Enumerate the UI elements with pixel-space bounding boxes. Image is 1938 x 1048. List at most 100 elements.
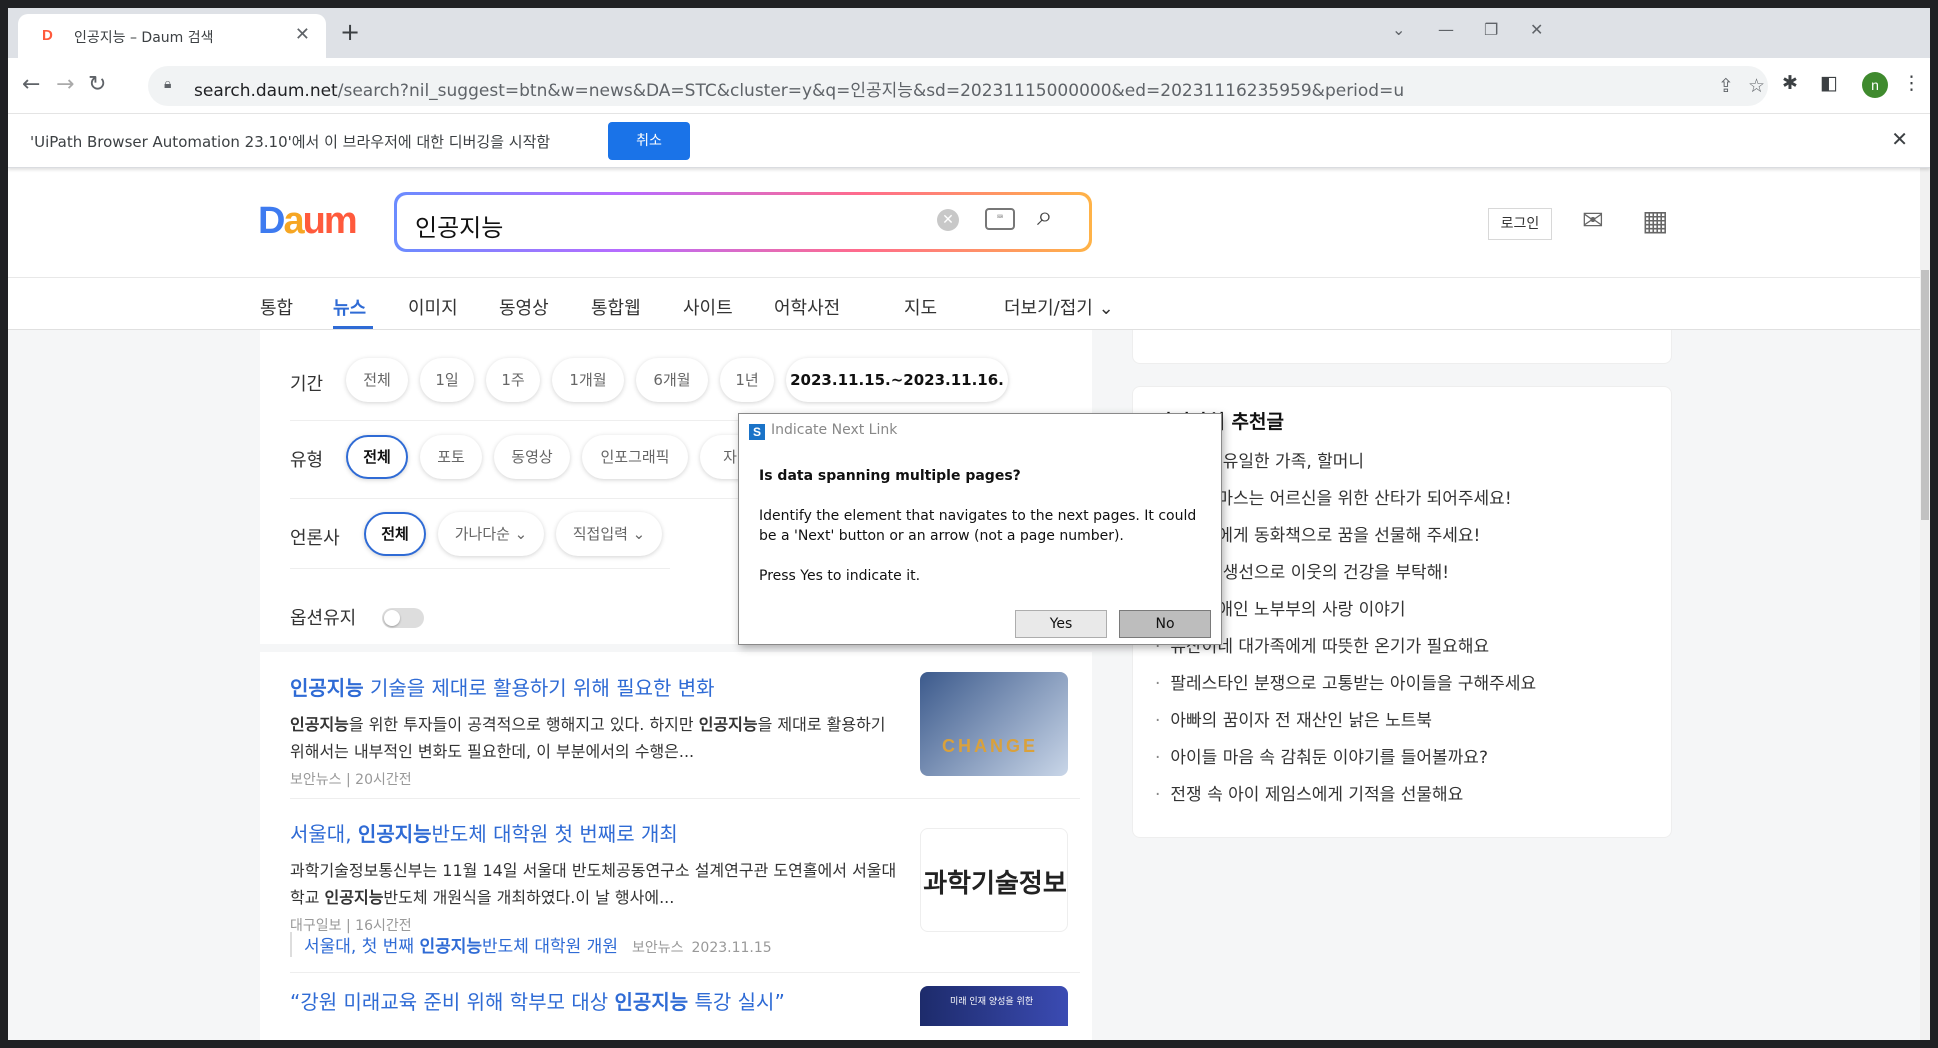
press-label: 언론사: [290, 528, 340, 549]
title-text: 기술을 제대로 활용하기 위해 필요한 변화: [363, 676, 715, 700]
tab-title: 인공지능 – Daum 검색: [74, 30, 214, 46]
period-6months[interactable]: 6개월: [636, 358, 708, 402]
snippet-text: 을 위한 투자들이 공격적으로 행해지고 있다. 하지만: [348, 715, 699, 734]
forward-icon[interactable]: →: [56, 72, 74, 97]
taskbar: [0, 1040, 1938, 1048]
type-video[interactable]: 동영상: [494, 435, 570, 479]
recommend-item[interactable]: 팔레스타인 분쟁으로 고통받는 아이들을 구해주세요: [1155, 669, 1536, 706]
thumbnail-text: 과학기술정보: [923, 869, 1067, 899]
period-1month[interactable]: 1개월: [552, 358, 624, 402]
profile-avatar[interactable]: n: [1862, 72, 1888, 98]
apps-grid-icon[interactable]: ▦: [1642, 204, 1668, 237]
recommend-item[interactable]: 아빠의 꿈이자 전 재산인 낡은 노트북: [1155, 706, 1536, 743]
divider: [290, 798, 1080, 799]
scrollbar-thumb[interactable]: [1921, 270, 1929, 520]
url-host: search.daum.net: [194, 81, 338, 101]
daum-favicon-icon: D: [42, 27, 53, 44]
tab-search-icon[interactable]: ⌄: [1392, 20, 1405, 39]
new-tab-button[interactable]: +: [340, 18, 360, 46]
restore-icon[interactable]: ❐: [1484, 20, 1498, 39]
back-icon[interactable]: ←: [22, 72, 40, 97]
dialog-title-text: Indicate Next Link: [771, 422, 898, 438]
address-bar[interactable]: 🔒︎ search.daum.net/search?nil_suggest=bt…: [148, 66, 1768, 106]
page-scrollbar[interactable]: [1920, 168, 1930, 1048]
tab-strip: D 인공지능 – Daum 검색 ✕ + ⌄ — ❐ ✕: [8, 8, 1930, 58]
tab-video[interactable]: 동영상: [499, 294, 549, 320]
recommend-item[interactable]: 전쟁 속 아이 제임스에게 기적을 선물해요: [1155, 780, 1536, 817]
period-date-range[interactable]: 2023.11.15.~2023.11.16. ⌄: [786, 358, 1008, 433]
tab-web[interactable]: 통합웹: [591, 294, 641, 320]
infobar-close-icon[interactable]: ✕: [1891, 127, 1908, 151]
dialog-question: Is data spanning multiple pages?: [759, 468, 1021, 484]
period-1day[interactable]: 1일: [420, 358, 474, 402]
tab-image[interactable]: 이미지: [408, 294, 458, 320]
browser-tab[interactable]: D 인공지능 – Daum 검색 ✕: [18, 14, 326, 58]
url-text[interactable]: search.daum.net/search?nil_suggest=btn&w…: [194, 76, 1404, 101]
thumbnail-text: 미래 인재 양성을 위한: [950, 997, 1034, 1007]
keyword: 인공지능: [357, 822, 432, 846]
extensions-icon[interactable]: ✱: [1782, 72, 1798, 94]
related-news-link[interactable]: 서울대, 첫 번째 인공지능반도체 대학원 개원 보안뉴스 2023.11.15: [290, 932, 772, 957]
menu-icon[interactable]: ⋮: [1902, 72, 1921, 94]
keep-option-label: 옵션유지: [290, 608, 357, 629]
keyboard-icon[interactable]: ⌨: [985, 208, 1015, 230]
period-1week[interactable]: 1주: [486, 358, 540, 402]
type-photo[interactable]: 포토: [420, 435, 482, 479]
divider: [290, 972, 1080, 973]
search-tabs: 통합 뉴스 이미지 동영상 통합웹 사이트 어학사전 지도 더보기/접기 ⌄: [8, 278, 1920, 330]
share-icon[interactable]: ⇪: [1718, 75, 1734, 97]
period-1year[interactable]: 1년: [720, 358, 774, 402]
tab-dictionary[interactable]: 어학사전: [774, 294, 840, 320]
tab-site[interactable]: 사이트: [683, 294, 733, 320]
recommend-item[interactable]: 아이들 마음 속 감춰둔 이야기를 들어볼까요?: [1155, 743, 1536, 780]
search-icon[interactable]: ⌕: [1037, 199, 1053, 233]
news-title-link[interactable]: 서울대, 인공지능반도체 대학원 첫 번째로 개최: [290, 818, 890, 847]
press-all[interactable]: 전체: [364, 512, 426, 556]
yes-button[interactable]: Yes: [1015, 610, 1107, 638]
daum-logo[interactable]: Daum: [258, 200, 358, 243]
news-time: 20시간전: [355, 772, 412, 788]
period-all[interactable]: 전체: [346, 358, 408, 402]
news-source[interactable]: 보안뉴스: [290, 772, 342, 788]
news-title-link[interactable]: “강원 미래교육 준비 위해 학부모 대상 인공지능 특강 실시”: [290, 986, 890, 1015]
indicate-next-link-dialog: S Indicate Next Link Is data spanning mul…: [738, 413, 1222, 645]
tab-all[interactable]: 통합: [260, 294, 293, 320]
keyword: 인공지능: [698, 715, 758, 734]
press-direct-input-dropdown[interactable]: 직접입력 ⌄: [556, 512, 662, 556]
clear-search-icon[interactable]: ✕: [937, 209, 959, 231]
news-thumbnail[interactable]: CHANGE: [920, 672, 1068, 776]
mail-icon[interactable]: ✉: [1582, 206, 1604, 236]
title-text: 서울대,: [290, 822, 358, 846]
infobar-message: 'UiPath Browser Automation 23.10'에서 이 브라…: [30, 133, 551, 151]
bookmark-star-icon[interactable]: ☆: [1748, 75, 1765, 97]
dialog-prompt: Press Yes to indicate it.: [759, 568, 921, 584]
period-label: 기간: [290, 374, 324, 395]
debug-infobar: 'UiPath Browser Automation 23.10'에서 이 브라…: [8, 114, 1930, 168]
press-sort-dropdown[interactable]: 가나다순 ⌄: [438, 512, 544, 556]
tab-map[interactable]: 지도: [904, 294, 937, 320]
news-thumbnail[interactable]: 과학기술정보: [920, 828, 1068, 932]
type-infographic[interactable]: 인포그래픽: [582, 435, 688, 479]
related-text: 서울대, 첫 번째: [304, 937, 420, 957]
news-results: 인공지능 기술을 제대로 활용하기 위해 필요한 변화 인공지능을 위한 투자들…: [260, 652, 1092, 1048]
cancel-debug-button[interactable]: 취소: [608, 122, 690, 160]
related-date: 2023.11.15: [691, 940, 772, 956]
minimize-icon[interactable]: —: [1438, 20, 1454, 39]
side-panel-icon[interactable]: ◧: [1820, 72, 1838, 94]
tab-news[interactable]: 뉴스: [333, 294, 366, 320]
search-input[interactable]: 인공지능: [415, 208, 503, 243]
sidebar-card-top: [1132, 330, 1672, 364]
type-all[interactable]: 전체: [346, 435, 408, 479]
news-snippet: 인공지능을 위한 투자들이 공격적으로 행해지고 있다. 하지만 인공지능을 제…: [290, 711, 900, 765]
window-close-icon[interactable]: ✕: [1530, 20, 1543, 39]
title-text: 특강 실시”: [688, 990, 785, 1014]
tab-more[interactable]: 더보기/접기 ⌄: [1004, 294, 1114, 320]
reload-icon[interactable]: ↻: [88, 72, 106, 97]
no-button[interactable]: No: [1119, 610, 1211, 638]
news-thumbnail[interactable]: 미래 인재 양성을 위한: [920, 986, 1068, 1026]
login-button[interactable]: 로그인: [1488, 208, 1552, 240]
dialog-title: S Indicate Next Link: [749, 422, 897, 440]
keep-option-toggle[interactable]: [382, 608, 424, 628]
news-title-link[interactable]: 인공지능 기술을 제대로 활용하기 위해 필요한 변화: [290, 672, 890, 701]
tab-close-icon[interactable]: ✕: [295, 24, 310, 45]
